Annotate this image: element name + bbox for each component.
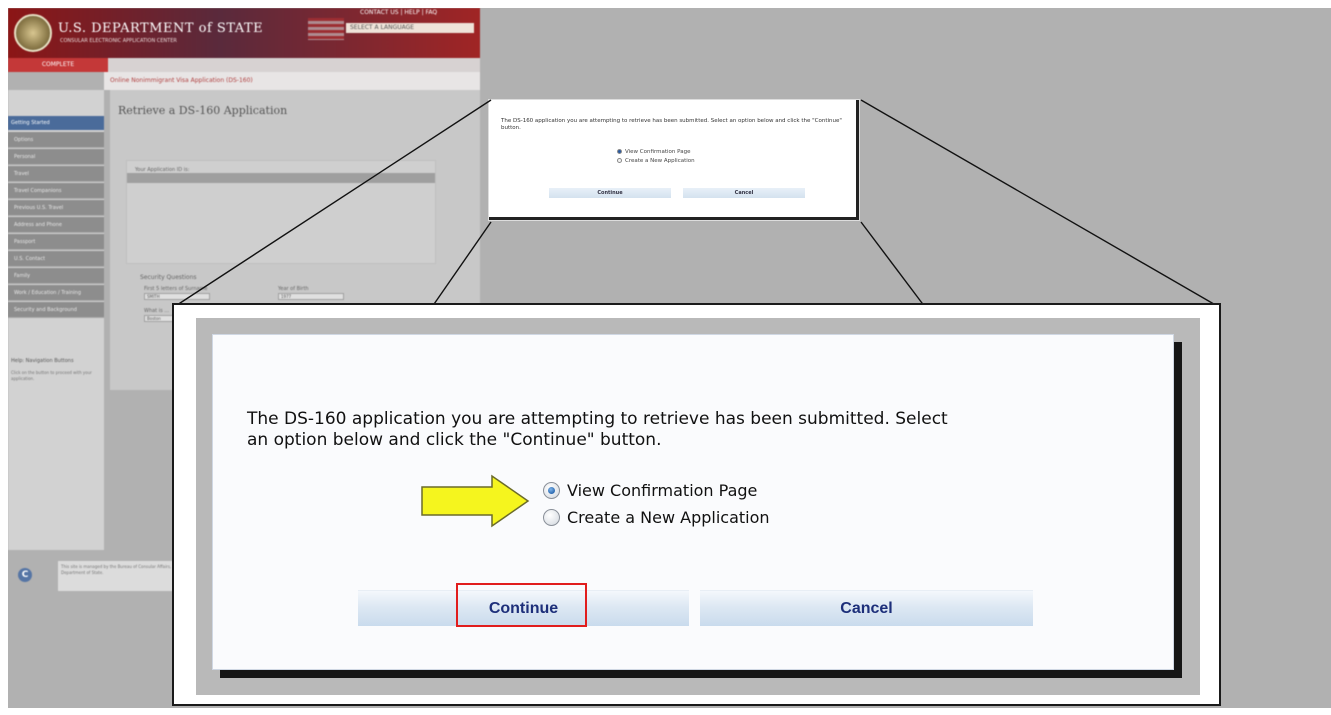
cancel-button[interactable]: Cancel <box>700 590 1033 626</box>
progress-step-complete: COMPLETE <box>8 58 108 72</box>
small-option-label: View Confirmation Page <box>625 149 691 155</box>
option-view-confirmation[interactable]: View Confirmation Page <box>543 481 757 500</box>
flag-image <box>308 18 344 40</box>
sidebar-item[interactable]: Family <box>8 268 104 284</box>
sidebar-item[interactable]: Security and Background <box>8 302 104 318</box>
option-label: View Confirmation Page <box>567 481 758 500</box>
page-title: Retrieve a DS-160 Application <box>118 104 288 117</box>
site-header: U.S. DEPARTMENT of STATE CONSULAR ELECTR… <box>8 8 480 58</box>
sidebar-item[interactable]: Previous U.S. Travel <box>8 200 104 216</box>
retrieve-dialog: The DS-160 application you are attemptin… <box>212 334 1174 670</box>
site-title: U.S. DEPARTMENT of STATE <box>58 21 264 36</box>
help-text: Click on the button to proceed with your… <box>11 370 92 381</box>
continue-highlight-box <box>456 583 587 627</box>
sidebar-item[interactable]: U.S. Contact <box>8 251 104 267</box>
sidebar-item[interactable]: Travel Companions <box>8 183 104 199</box>
dialog-message: The DS-160 application you are attemptin… <box>247 409 948 450</box>
security-questions-heading: Security Questions <box>140 274 197 281</box>
state-department-seal-icon <box>14 14 52 52</box>
surname-label: First 5 letters of Surname <box>144 286 208 292</box>
sidebar-item[interactable]: Address and Phone <box>8 217 104 233</box>
zoom-background: The DS-160 application you are attemptin… <box>196 318 1200 695</box>
small-dialog-message: The DS-160 application you are attemptin… <box>501 118 842 131</box>
small-option-label: Create a New Application <box>625 158 695 164</box>
small-continue-button[interactable]: Continue <box>549 188 671 198</box>
site-top-links[interactable]: CONTACT US | HELP | FAQ <box>360 9 437 16</box>
security-question-label: What is ... <box>144 308 170 314</box>
application-id-label: Your Application ID is: <box>135 167 190 173</box>
site-sidebar: Getting Started Options Personal Travel … <box>8 90 104 550</box>
radio-icon[interactable] <box>617 149 622 154</box>
application-id-panel: Your Application ID is: <box>126 160 436 264</box>
radio-unselected-icon[interactable] <box>543 509 560 526</box>
radio-selected-icon[interactable] <box>543 482 560 499</box>
option-create-new-application[interactable]: Create a New Application <box>543 508 770 527</box>
small-option-create-new[interactable]: Create a New Application <box>617 158 695 164</box>
sidebar-item[interactable]: Travel <box>8 166 104 182</box>
option-label: Create a New Application <box>567 508 770 527</box>
sidebar-item[interactable]: Passport <box>8 234 104 250</box>
progress-bar: COMPLETE <box>8 58 480 72</box>
surname-input[interactable]: SMITH <box>144 293 210 300</box>
language-select[interactable]: SELECT A LANGUAGE <box>346 23 474 33</box>
sidebar-item[interactable]: Work / Education / Training <box>8 285 104 301</box>
site-subtitle: CONSULAR ELECTRONIC APPLICATION CENTER <box>60 38 177 44</box>
application-id-bar <box>127 173 435 183</box>
small-option-view-confirmation[interactable]: View Confirmation Page <box>617 149 690 155</box>
birth-year-input[interactable]: 1977 <box>278 293 344 300</box>
small-dialog: The DS-160 application you are attemptin… <box>489 100 859 220</box>
zoomed-dialog-callout: The DS-160 application you are attemptin… <box>172 303 1221 706</box>
sidebar-item[interactable]: Personal <box>8 149 104 165</box>
sidebar-item[interactable]: Options <box>8 132 104 148</box>
breadcrumb: Online Nonimmigrant Visa Application (DS… <box>104 72 480 90</box>
help-heading: Help: Navigation Buttons <box>11 358 74 364</box>
radio-icon[interactable] <box>617 158 622 163</box>
small-cancel-button[interactable]: Cancel <box>683 188 805 198</box>
yellow-arrow-icon <box>421 474 530 528</box>
footer-logo-icon: C <box>18 568 32 582</box>
sidebar-nav-heading[interactable]: Getting Started <box>8 116 104 130</box>
site-footer: This site is managed by the Bureau of Co… <box>58 561 188 591</box>
birth-year-label: Year of Birth <box>278 286 309 292</box>
